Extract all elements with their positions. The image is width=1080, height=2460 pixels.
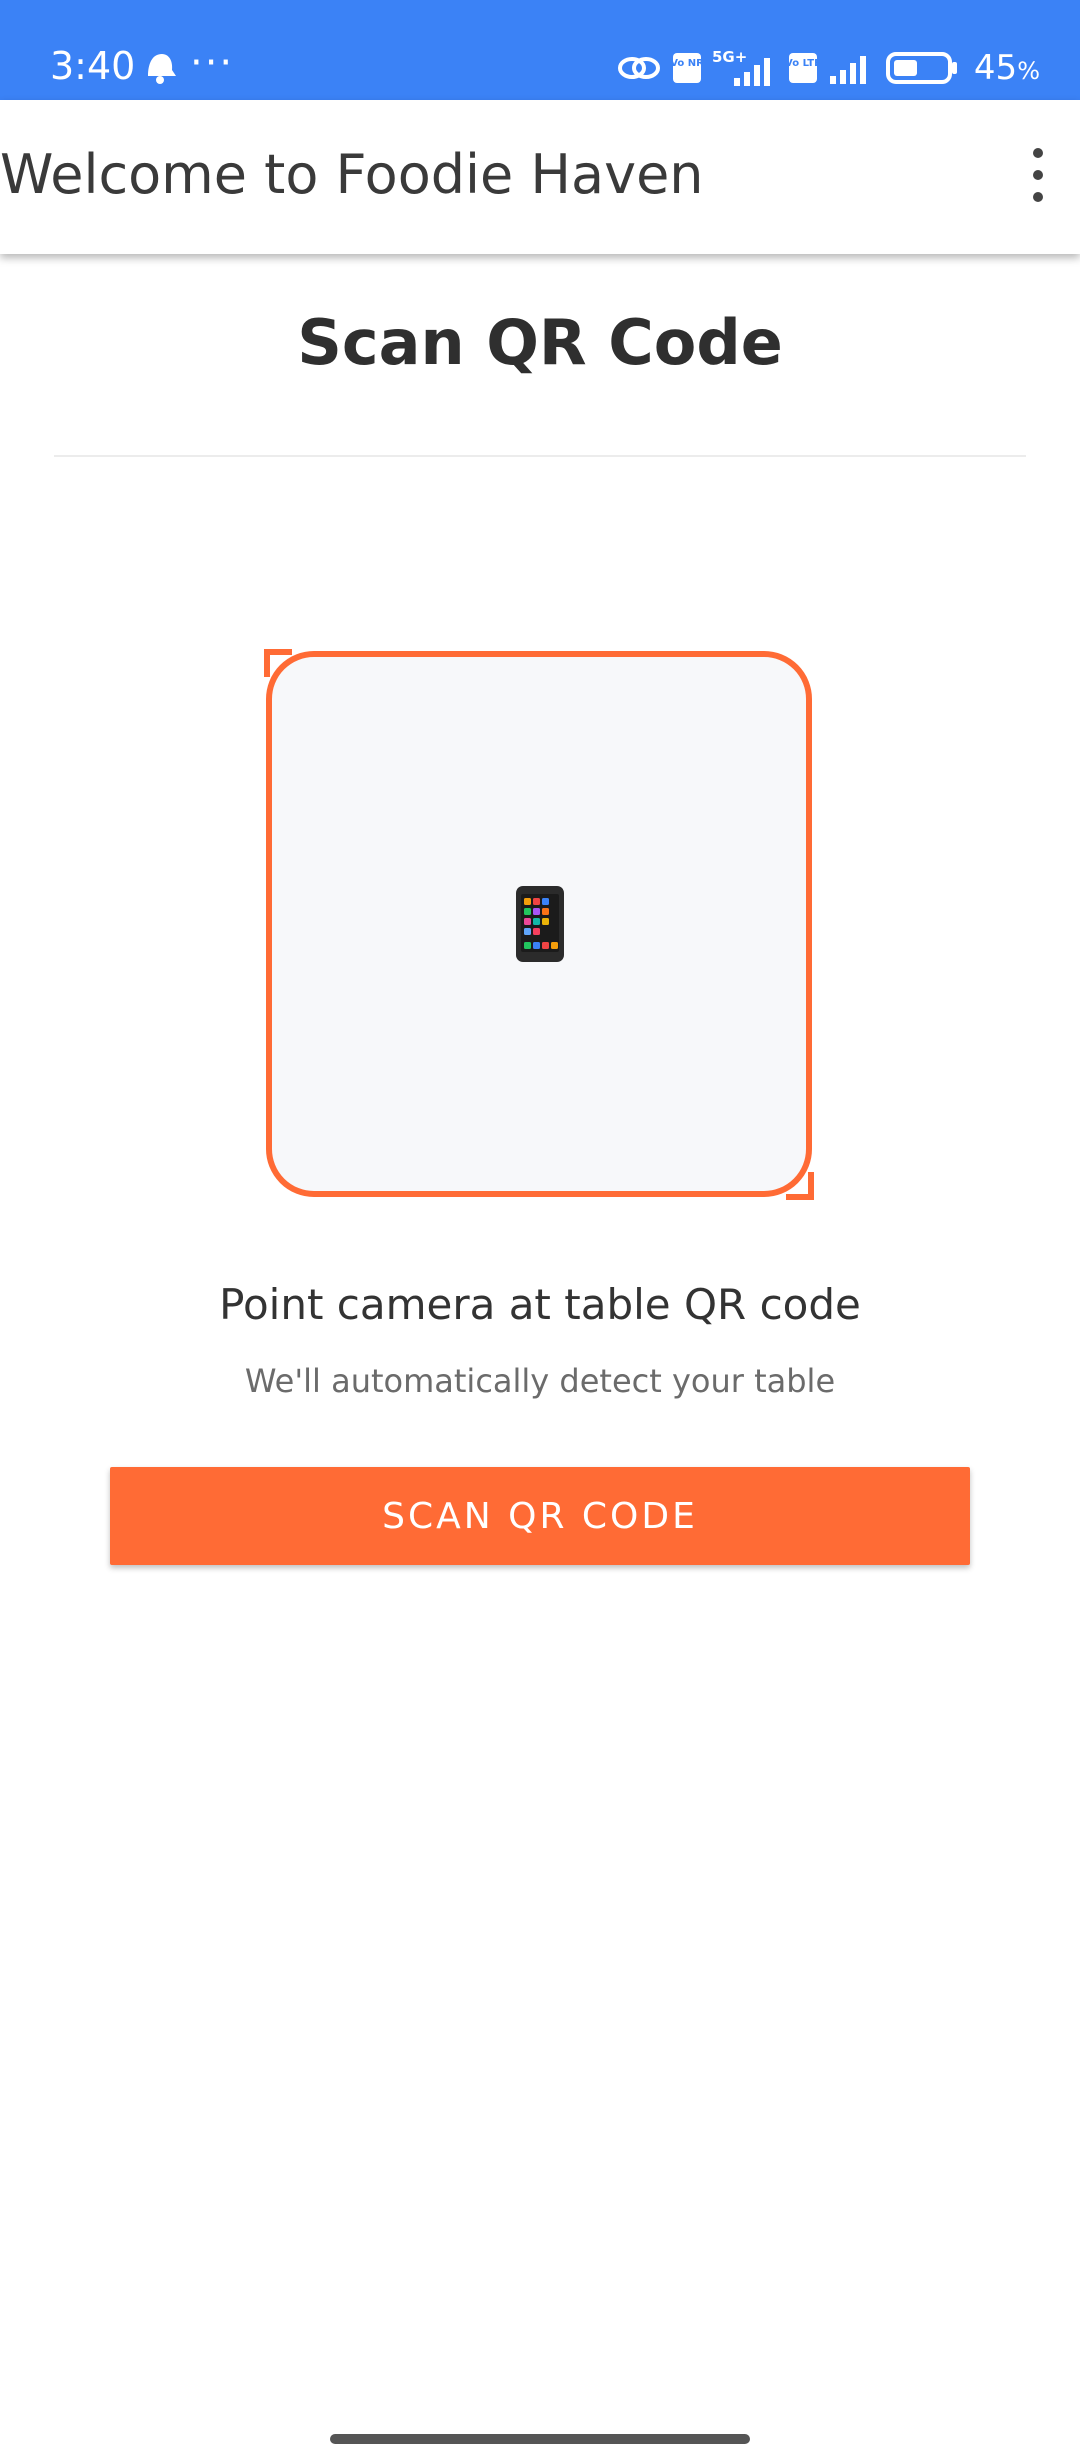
battery-unit: % [1017,57,1040,85]
page-title: Scan QR Code [297,306,783,379]
battery-icon [885,52,957,84]
more-vert-icon[interactable] [1022,148,1054,202]
battery-level-fill [893,60,917,76]
scanner-corner-bottom-right [786,1172,814,1200]
home-indicator[interactable] [330,2434,750,2444]
volte-nr-icon: Vo NR [672,53,702,83]
signal-5g-icon: 5G+ [712,48,770,86]
more-notifications-icon: ··· [190,40,235,86]
app-title: Welcome to Foodie Haven [0,143,704,206]
app-bar: Welcome to Foodie Haven [0,100,1080,254]
volte-lte-icon: Vo LTE [788,53,818,83]
mobile-phone-icon [516,886,564,962]
battery-number: 45 [973,48,1018,88]
status-bar: 3:40 ··· Vo NR 5G+ Vo LTE 45% [0,0,1080,100]
vo-nr-label: Vo NR [672,58,702,69]
signal-icon [829,56,866,84]
bell-icon [148,54,176,84]
vo-lte-label: Vo LTE [788,58,818,69]
battery-percentage: 45% [974,48,1040,88]
divider [54,455,1026,457]
link-icon [617,57,660,79]
scanner-corner-top-left [264,649,292,677]
scan-sub-instruction: We'll automatically detect your table [244,1362,836,1400]
scan-instruction: Point camera at table QR code [219,1280,861,1329]
network-label: 5G+ [712,48,747,66]
status-time: 3:40 [50,44,136,88]
status-icons: Vo NR 5G+ Vo LTE 45% [616,46,1040,90]
scan-qr-button[interactable]: SCAN QR CODE [110,1467,970,1565]
